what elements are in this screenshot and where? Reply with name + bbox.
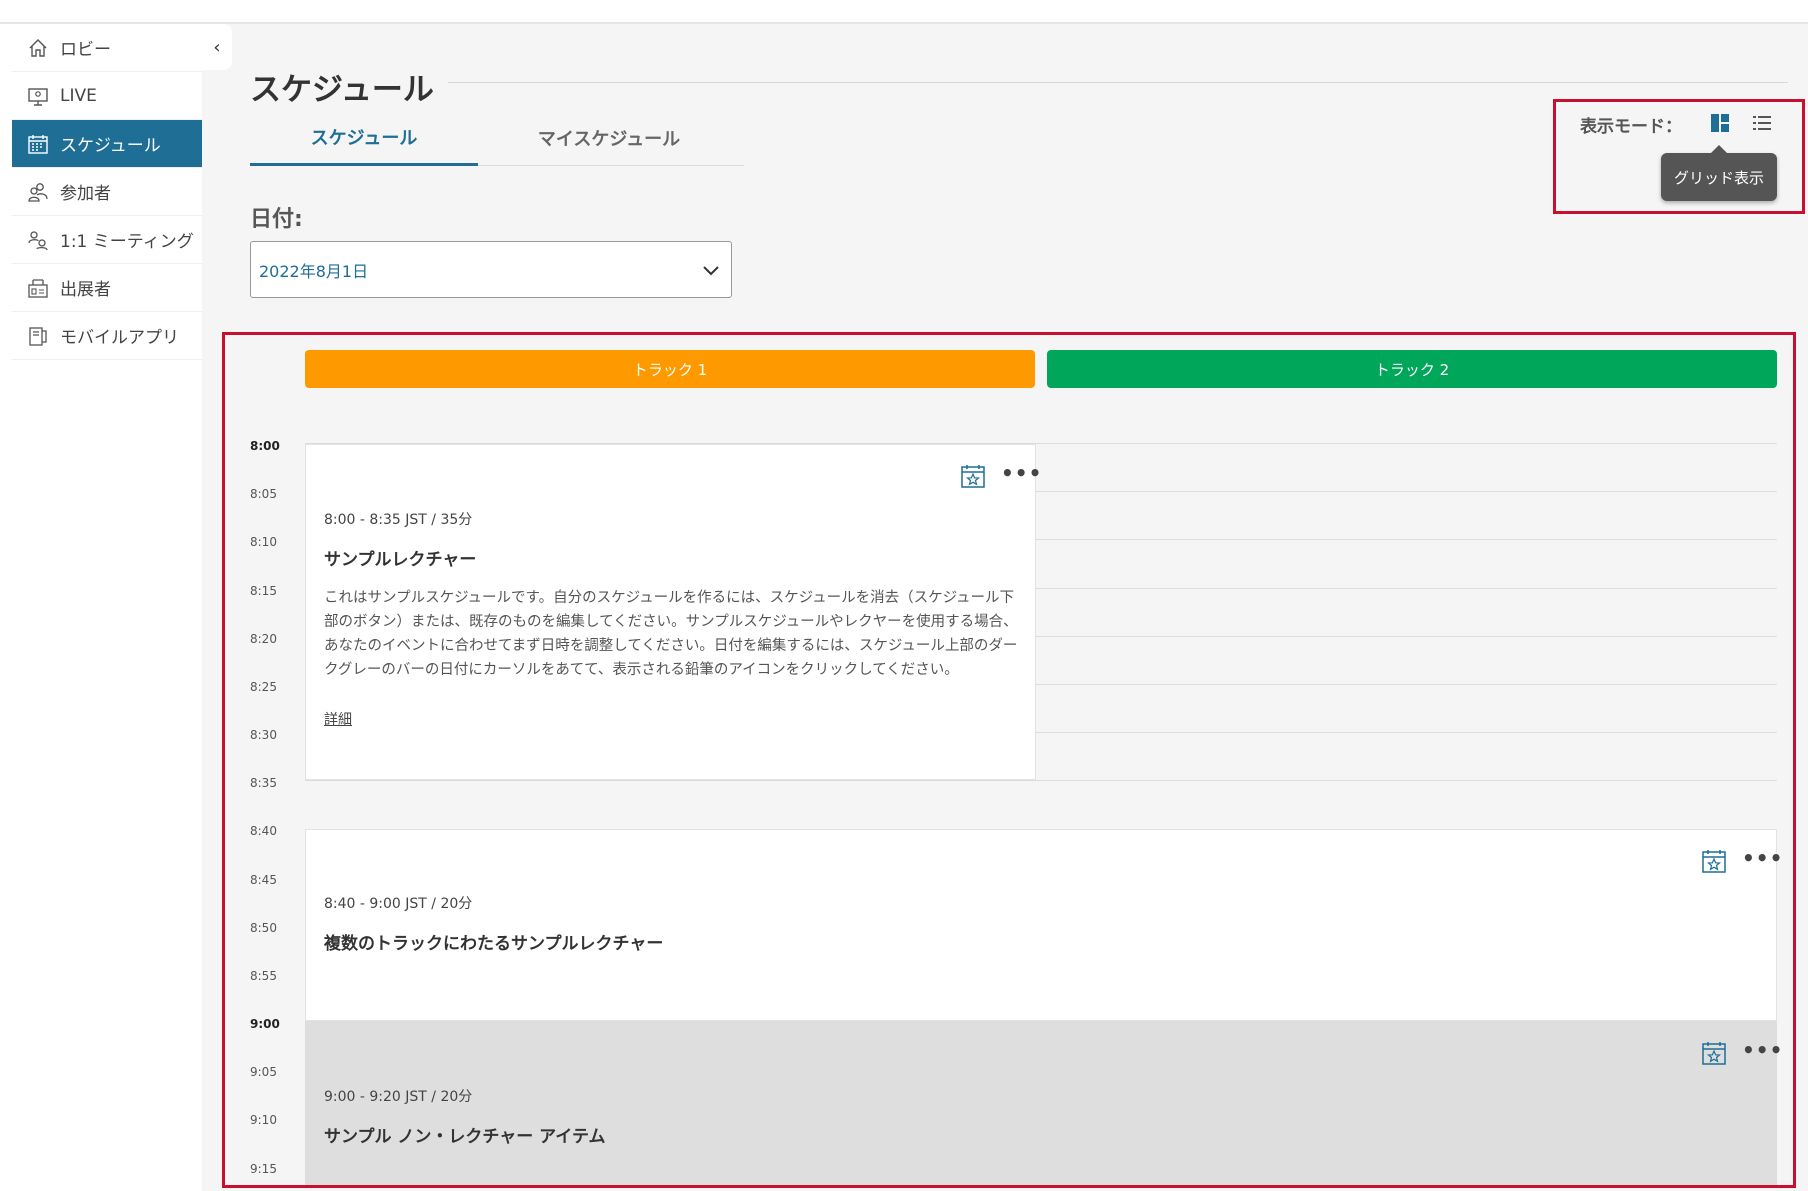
date-select[interactable]: 2022年8月1日 — [250, 241, 732, 298]
session-title: サンプル ノン・レクチャー アイテム — [324, 1127, 606, 1147]
grid-line — [305, 780, 1777, 781]
booth-icon — [26, 276, 50, 300]
sidebar-collapse-button[interactable]: ‹ — [202, 24, 232, 70]
date-label: 日付: — [250, 207, 303, 232]
time-label: 8:20 — [250, 632, 277, 646]
time-label: 8:55 — [250, 969, 277, 983]
sidebar-item-lobby[interactable]: ロビー — [12, 24, 202, 72]
grid-view-tooltip: グリッド表示 — [1661, 145, 1777, 201]
time-label: 8:40 — [250, 824, 277, 838]
session-title: 複数のトラックにわたるサンプルレクチャー — [324, 934, 664, 954]
track-header-2: トラック 2 — [1047, 350, 1777, 388]
sidebar-item-label: LIVE — [60, 85, 97, 106]
monitor-icon — [26, 84, 50, 108]
session-card[interactable]: ••• 9:00 - 9:20 JST / 20分 サンプル ノン・レクチャー … — [305, 1021, 1782, 1185]
sidebar-item-meeting[interactable]: 1:1 ミーティング — [12, 216, 202, 264]
add-to-my-schedule-icon[interactable] — [1701, 848, 1727, 874]
session-description: これはサンプルスケジュールです。自分のスケジュールを作るには、スケジュールを消去… — [324, 586, 1024, 682]
grid-view-icon — [1711, 114, 1729, 132]
time-label: 8:15 — [250, 584, 277, 598]
description-line: 部のボタン）または、既存のものを編集してください。サンプルスケジュールやレクヤー… — [324, 614, 1018, 630]
meeting-icon — [26, 228, 50, 252]
home-icon — [26, 36, 50, 60]
more-options-icon[interactable]: ••• — [1001, 461, 1042, 485]
grid-view-button[interactable] — [1707, 110, 1733, 136]
sidebar-item-live[interactable]: LIVE — [12, 72, 202, 120]
session-title: サンプルレクチャー — [324, 550, 477, 570]
session-card[interactable]: ••• 8:00 - 8:35 JST / 35分 サンプルレクチャー これはサ… — [305, 444, 1041, 780]
sidebar-item-label: 参加者 — [60, 184, 111, 204]
time-label: 8:30 — [250, 728, 277, 742]
list-view-icon — [1753, 116, 1771, 130]
chevron-left-icon: ‹ — [213, 36, 221, 58]
time-label: 8:45 — [250, 873, 277, 887]
sidebar-item-label: スケジュール — [60, 136, 161, 156]
details-link[interactable]: 詳細 — [324, 709, 352, 729]
sidebar-item-exhibitors[interactable]: 出展者 — [12, 264, 202, 312]
sidebar-item-label: 1:1 ミーティング — [60, 232, 194, 252]
sidebar: ロビー LIVE スケジュール 参加者 1:1 ミーティング 出展者 モバイルア… — [0, 24, 202, 1191]
sidebar-item-label: モバイルアプリ — [60, 328, 179, 348]
sidebar-item-schedule[interactable]: スケジュール — [12, 120, 202, 168]
chevron-down-icon — [703, 266, 719, 276]
mobile-icon — [26, 324, 50, 348]
time-label: 8:10 — [250, 535, 277, 549]
page-title: スケジュール — [250, 72, 434, 108]
session-time: 9:00 - 9:20 JST / 20分 — [324, 1089, 473, 1105]
description-line: あなたのイベントに合わせてまず日時を調整してください。日付を編集するには、スケジ… — [324, 638, 1018, 654]
calendar-icon — [26, 132, 50, 156]
schedule-tabs: スケジュール マイスケジュール — [250, 110, 744, 166]
view-mode-label: 表示モード： — [1580, 117, 1682, 137]
sidebar-item-mobile-app[interactable]: モバイルアプリ — [12, 312, 202, 360]
time-label: 8:05 — [250, 487, 277, 501]
time-label: 8:25 — [250, 680, 277, 694]
time-label: 8:35 — [250, 776, 277, 790]
more-options-icon[interactable]: ••• — [1742, 1038, 1783, 1062]
tab-my-schedule[interactable]: マイスケジュール — [495, 110, 723, 166]
time-label: 9:15 — [250, 1162, 277, 1176]
add-to-my-schedule-icon[interactable] — [960, 463, 986, 489]
sidebar-item-label: ロビー — [60, 40, 111, 60]
description-line: これはサンプルスケジュールです。自分のスケジュールを作るには、スケジュールを消去… — [324, 590, 1015, 606]
more-options-icon[interactable]: ••• — [1742, 846, 1783, 870]
time-label: 9:10 — [250, 1113, 277, 1127]
session-time: 8:40 - 9:00 JST / 20分 — [324, 896, 473, 912]
track-header-1: トラック 1 — [305, 350, 1035, 388]
sidebar-item-attendees[interactable]: 参加者 — [12, 168, 202, 216]
sidebar-item-label: 出展者 — [60, 280, 111, 300]
date-value: 2022年8月1日 — [259, 261, 369, 281]
time-label: 8:50 — [250, 921, 277, 935]
add-to-my-schedule-icon[interactable] — [1701, 1040, 1727, 1066]
title-divider — [448, 82, 1788, 83]
session-time: 8:00 - 8:35 JST / 35分 — [324, 512, 473, 528]
time-label: 9:00 — [250, 1017, 280, 1031]
time-label: 9:05 — [250, 1065, 277, 1079]
people-icon — [26, 180, 50, 204]
tab-schedule[interactable]: スケジュール — [250, 110, 478, 166]
session-card[interactable]: ••• 8:40 - 9:00 JST / 20分 複数のトラックにわたるサンプ… — [305, 829, 1782, 1021]
description-line: クグレーのバーの日付にカーソルをあてて、表示される鉛筆のアイコンをクリックしてく… — [324, 662, 959, 678]
time-label: 8:00 — [250, 439, 280, 453]
list-view-button[interactable] — [1749, 110, 1775, 136]
